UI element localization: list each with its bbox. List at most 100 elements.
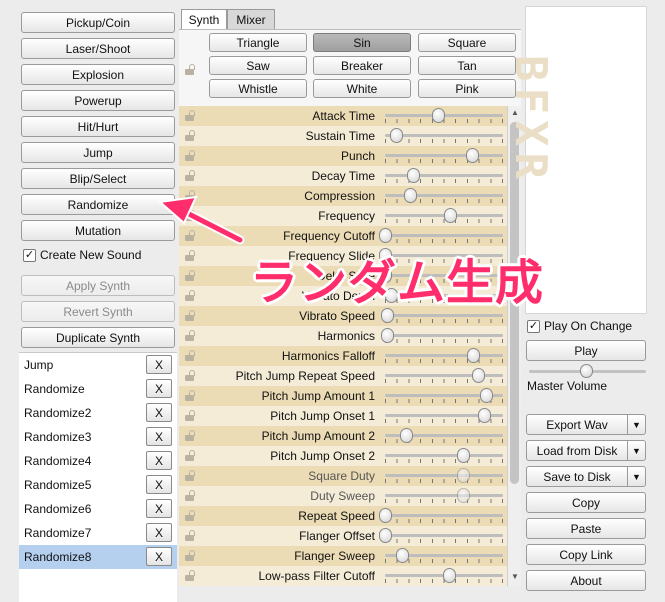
paste-button[interactable]: Paste: [526, 518, 646, 539]
history-delete-button[interactable]: X: [146, 355, 172, 374]
duplicate-synth-button[interactable]: Duplicate Synth: [21, 327, 175, 348]
param-lock-icon[interactable]: [185, 190, 195, 201]
tab-synth[interactable]: Synth: [181, 9, 227, 29]
param-lock-icon[interactable]: [185, 290, 195, 301]
param-lock-icon[interactable]: [185, 390, 195, 401]
history-delete-button[interactable]: X: [146, 499, 172, 518]
history-item[interactable]: Randomize3 X: [19, 425, 177, 449]
save-to-disk-button[interactable]: Save to Disk ▼: [526, 466, 646, 487]
param-slider-track[interactable]: [385, 514, 503, 517]
play-button[interactable]: Play: [526, 340, 646, 361]
pickup-coin-button[interactable]: Pickup/Coin: [21, 12, 175, 33]
history-item[interactable]: Randomize X: [19, 377, 177, 401]
history-delete-button[interactable]: X: [146, 523, 172, 542]
param-slider-track[interactable]: [385, 314, 503, 317]
history-delete-button[interactable]: X: [146, 547, 172, 566]
history-item[interactable]: Randomize4 X: [19, 449, 177, 473]
waveform-whistle-button[interactable]: Whistle: [209, 79, 307, 98]
param-lock-icon[interactable]: [185, 250, 195, 261]
param-lock-icon[interactable]: [185, 450, 195, 461]
play-on-change-checkbox[interactable]: ✓: [527, 320, 540, 333]
tab-mixer[interactable]: Mixer: [227, 9, 275, 29]
history-item-selected[interactable]: Randomize8 X: [19, 545, 177, 569]
param-slider-thumb[interactable]: [400, 428, 414, 443]
history-item[interactable]: Randomize2 X: [19, 401, 177, 425]
master-volume-slider[interactable]: [580, 364, 593, 378]
param-slider-thumb[interactable]: [471, 368, 485, 383]
param-lock-icon[interactable]: [185, 550, 195, 561]
explosion-button[interactable]: Explosion: [21, 64, 175, 85]
history-item[interactable]: Jump X: [19, 353, 177, 377]
waveform-saw-button[interactable]: Saw: [209, 56, 307, 75]
param-lock-icon[interactable]: [185, 350, 195, 361]
param-slider-thumb[interactable]: [477, 408, 491, 423]
waveform-lock-icon[interactable]: [185, 64, 195, 75]
revert-synth-button[interactable]: Revert Synth: [21, 301, 175, 322]
param-lock-icon[interactable]: [185, 130, 195, 141]
param-lock-icon[interactable]: [185, 270, 195, 281]
param-slider-track[interactable]: [385, 374, 503, 377]
waveform-sin-button[interactable]: Sin: [313, 33, 411, 52]
param-slider-thumb[interactable]: [395, 548, 409, 563]
param-lock-icon[interactable]: [185, 430, 195, 441]
history-delete-button[interactable]: X: [146, 379, 172, 398]
chevron-down-icon[interactable]: ▼: [627, 415, 645, 434]
param-lock-icon[interactable]: [185, 230, 195, 241]
param-slider-thumb[interactable]: [407, 168, 420, 183]
param-lock-icon[interactable]: [185, 150, 195, 161]
param-slider-track[interactable]: [385, 194, 503, 197]
param-slider-track[interactable]: [385, 174, 503, 177]
laser-shoot-button[interactable]: Laser/Shoot: [21, 38, 175, 59]
param-slider-track[interactable]: [385, 474, 503, 477]
apply-synth-button[interactable]: Apply Synth: [21, 275, 175, 296]
randomize-button[interactable]: Randomize: [21, 194, 175, 215]
param-slider-track[interactable]: [385, 494, 503, 497]
scroll-down-icon[interactable]: ▼: [509, 572, 521, 584]
param-slider-track[interactable]: [385, 534, 503, 537]
history-delete-button[interactable]: X: [146, 427, 172, 446]
param-slider-thumb[interactable]: [379, 508, 392, 523]
param-lock-icon[interactable]: [185, 510, 195, 521]
param-slider-track[interactable]: [385, 354, 503, 357]
history-item[interactable]: Randomize6 X: [19, 497, 177, 521]
powerup-button[interactable]: Powerup: [21, 90, 175, 111]
history-item[interactable]: Randomize5 X: [19, 473, 177, 497]
waveform-triangle-button[interactable]: Triangle: [209, 33, 307, 52]
param-slider-thumb[interactable]: [479, 388, 493, 403]
history-delete-button[interactable]: X: [146, 451, 172, 470]
param-lock-icon[interactable]: [185, 410, 195, 421]
param-slider-thumb[interactable]: [381, 328, 395, 343]
copy-button[interactable]: Copy: [526, 492, 646, 513]
param-lock-icon[interactable]: [185, 330, 195, 341]
load-from-disk-button[interactable]: Load from Disk ▼: [526, 440, 646, 461]
blip-select-button[interactable]: Blip/Select: [21, 168, 175, 189]
param-slider-thumb[interactable]: [443, 208, 457, 223]
about-button[interactable]: About: [526, 570, 646, 591]
copy-link-button[interactable]: Copy Link: [526, 544, 646, 565]
param-lock-icon[interactable]: [185, 110, 195, 121]
create-new-sound-checkbox[interactable]: ✓: [23, 249, 36, 262]
history-item[interactable]: Randomize7 X: [19, 521, 177, 545]
param-lock-icon[interactable]: [185, 170, 195, 181]
chevron-down-icon[interactable]: ▼: [627, 441, 645, 460]
param-lock-icon[interactable]: [185, 530, 195, 541]
param-slider-track[interactable]: [385, 234, 503, 237]
param-slider-track[interactable]: [385, 334, 503, 337]
export-wav-button[interactable]: Export Wav ▼: [526, 414, 646, 435]
param-slider-thumb[interactable]: [403, 188, 417, 203]
param-lock-icon[interactable]: [185, 310, 195, 321]
param-slider-thumb[interactable]: [379, 228, 392, 243]
hit-hurt-button[interactable]: Hit/Hurt: [21, 116, 175, 137]
jump-button[interactable]: Jump: [21, 142, 175, 163]
param-lock-icon[interactable]: [185, 370, 195, 381]
param-lock-icon[interactable]: [185, 210, 195, 221]
param-lock-icon[interactable]: [185, 570, 195, 581]
param-slider-thumb[interactable]: [442, 568, 456, 583]
chevron-down-icon[interactable]: ▼: [627, 467, 645, 486]
param-slider-thumb[interactable]: [379, 528, 392, 543]
mutation-button[interactable]: Mutation: [21, 220, 175, 241]
param-slider-track[interactable]: [385, 454, 503, 457]
history-delete-button[interactable]: X: [146, 403, 172, 422]
history-delete-button[interactable]: X: [146, 475, 172, 494]
param-lock-icon[interactable]: [185, 470, 195, 481]
